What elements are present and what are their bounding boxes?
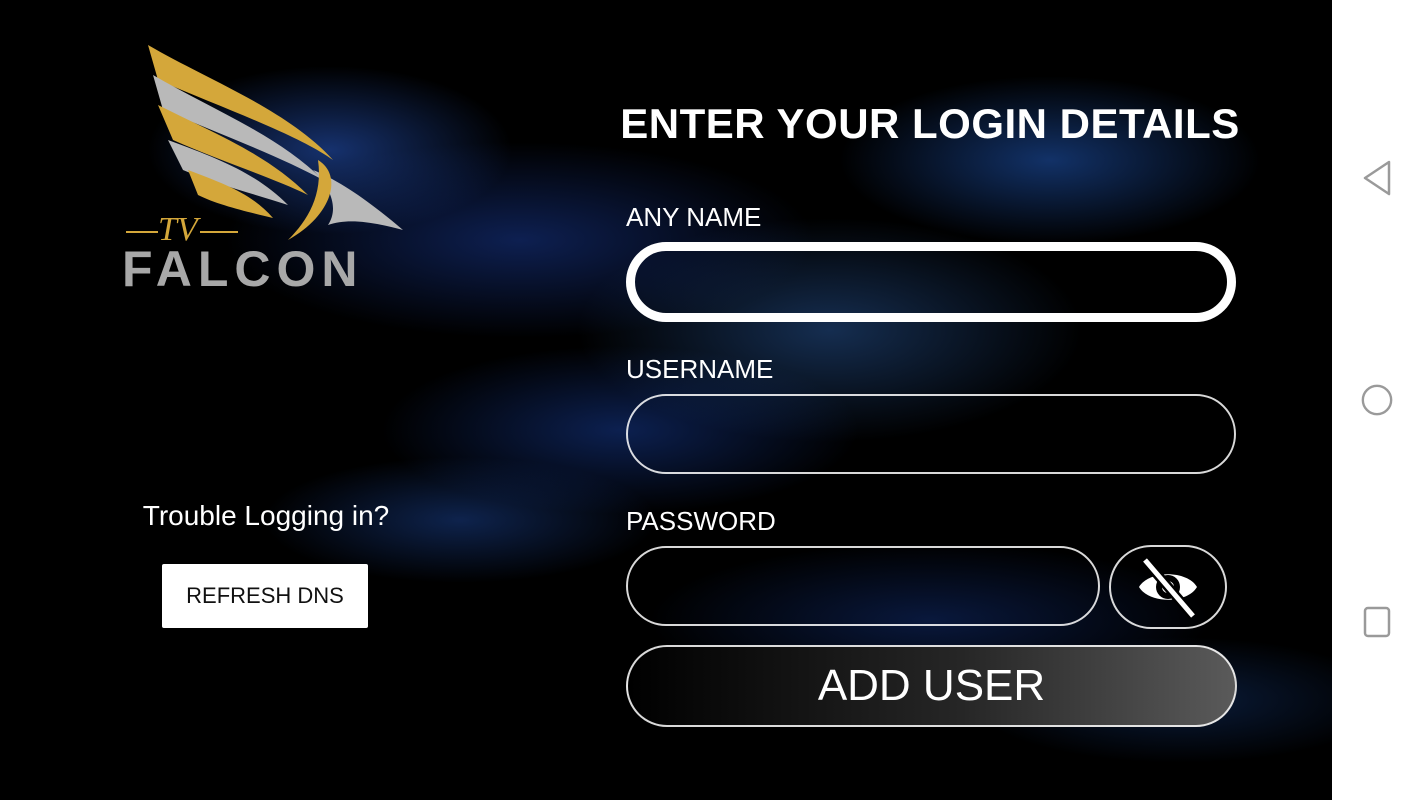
password-label: PASSWORD xyxy=(626,506,776,536)
home-circle-icon xyxy=(1361,384,1393,416)
system-navigation-bar xyxy=(1332,0,1422,800)
trouble-logging-text: Trouble Logging in? xyxy=(142,500,390,531)
login-screen: TV FALCON ENTER YOUR LOGIN DETAILS ANY N… xyxy=(0,0,1332,800)
show-password-toggle[interactable] xyxy=(1109,545,1227,629)
recents-square-icon xyxy=(1363,606,1391,638)
refresh-dns-button[interactable]: REFRESH DNS xyxy=(162,564,368,628)
page-title: ENTER YOUR LOGIN DETAILS xyxy=(620,100,1240,147)
falcon-tv-logo: TV FALCON xyxy=(118,40,408,297)
back-triangle-icon xyxy=(1363,160,1391,196)
recents-button[interactable] xyxy=(1360,602,1394,642)
username-label: USERNAME xyxy=(626,354,774,384)
any-name-label: ANY NAME xyxy=(626,202,762,232)
password-input[interactable] xyxy=(626,546,1100,626)
home-button[interactable] xyxy=(1360,380,1394,420)
logo-brand-text: FALCON xyxy=(122,241,364,295)
any-name-input[interactable] xyxy=(626,242,1236,322)
username-input[interactable] xyxy=(626,394,1236,474)
back-button[interactable] xyxy=(1360,158,1394,198)
eye-off-icon xyxy=(1139,556,1197,620)
add-user-button[interactable]: ADD USER xyxy=(626,645,1237,727)
